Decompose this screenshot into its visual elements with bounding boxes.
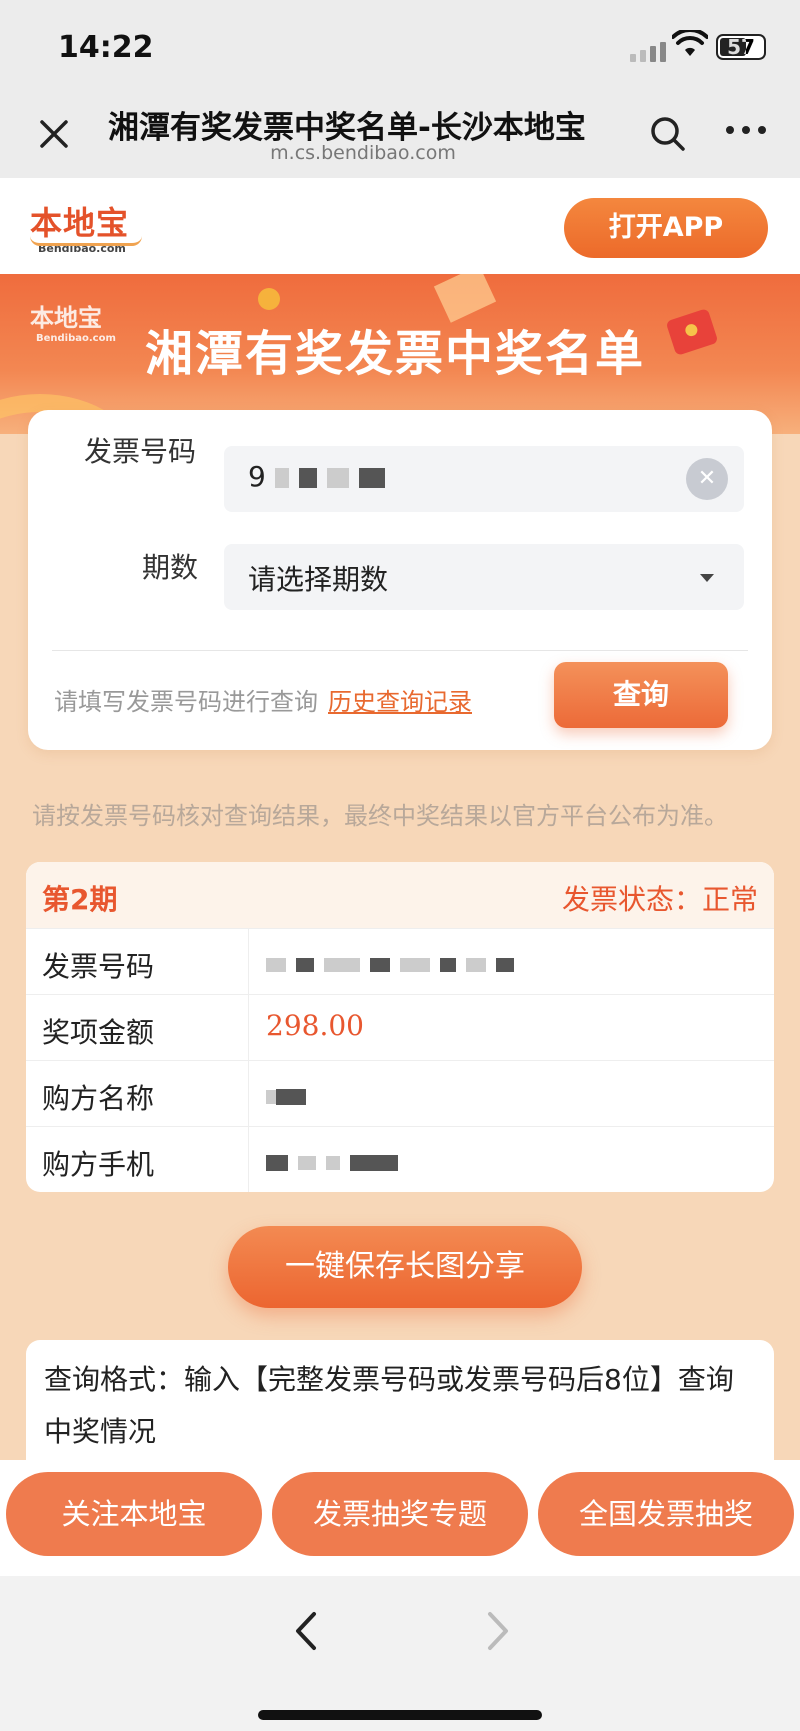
table-row: 发票号码 (26, 928, 774, 995)
back-icon[interactable] (290, 1606, 320, 1656)
invoice-number-input[interactable]: 9 ✕ (224, 446, 744, 512)
banner-logo: 本地宝 Bendibao.com (30, 298, 116, 344)
save-share-button[interactable]: 一键保存长图分享 (228, 1226, 582, 1308)
row-label: 购方名称 (42, 1082, 155, 1115)
follow-bendibao-button[interactable]: 关注本地宝 (6, 1472, 262, 1556)
home-indicator (258, 1710, 542, 1720)
site-header: 本地宝 Bendibao.com 打开APP (0, 178, 800, 274)
row-label: 奖项金额 (42, 1016, 155, 1049)
period-label: 期数 (142, 551, 199, 584)
status-bar: 14:22 57 (0, 0, 800, 92)
period-select[interactable]: 请选择期数 (224, 544, 744, 610)
banner-title: 湘潭有奖发票中奖名单 (145, 326, 646, 382)
masked-buyer-name (266, 1079, 316, 1112)
national-invoice-lottery-button[interactable]: 全国发票抽奖 (538, 1472, 794, 1556)
query-hint-text: 请填写发票号码进行查询 (54, 688, 318, 716)
signal-icon (630, 42, 666, 62)
result-period: 第2期 (42, 883, 118, 916)
query-button[interactable]: 查询 (554, 662, 728, 728)
coin-decoration (258, 288, 280, 310)
history-records-link[interactable]: 历史查询记录 (328, 688, 472, 716)
row-label: 购方手机 (42, 1148, 155, 1181)
banner-logo-subtext: Bendibao.com (36, 333, 116, 344)
forward-icon[interactable] (484, 1606, 514, 1656)
invoice-number-visible-part: 9 (248, 460, 266, 493)
query-hint: 请填写发票号码进行查询 历史查询记录 (54, 682, 472, 717)
result-header: 第2期 发票状态：正常 (26, 862, 774, 928)
logo-swoosh (30, 236, 142, 246)
browser-toolbar (0, 1576, 800, 1731)
table-row: 奖项金额 298.00 (26, 994, 774, 1061)
masked-buyer-phone (266, 1145, 408, 1178)
site-logo[interactable]: 本地宝 Bendibao.com (30, 198, 142, 255)
period-select-placeholder: 请选择期数 (248, 563, 389, 596)
banner-logo-text: 本地宝 (30, 303, 102, 332)
bottom-action-bar: 关注本地宝 发票抽奖专题 全国发票抽奖 (0, 1460, 800, 1576)
close-icon[interactable] (34, 114, 74, 154)
table-row: 购方手机 (26, 1126, 774, 1192)
battery-level: 57 (727, 35, 755, 59)
more-icon[interactable] (726, 126, 766, 134)
prize-amount: 298.00 (266, 1009, 364, 1042)
wifi-icon (672, 30, 708, 56)
invoice-number-label: 发票号码 (84, 435, 197, 468)
search-icon[interactable] (648, 114, 688, 154)
open-app-button[interactable]: 打开APP (564, 198, 768, 258)
dropdown-arrow-icon (700, 574, 714, 582)
query-format-info: 查询格式：输入【完整发票号码或发票号码后8位】查询中奖情况 (26, 1340, 774, 1460)
status-time: 14:22 (58, 30, 154, 65)
invoice-lottery-topic-button[interactable]: 发票抽奖专题 (272, 1472, 528, 1556)
result-card: 第2期 发票状态：正常 发票号码 奖项金额 298.00 购方名称 购方手机 (26, 862, 774, 1192)
clear-input-button[interactable]: ✕ (686, 458, 728, 500)
page-title: 湘潭有奖发票中奖名单-长沙本地宝 (108, 110, 586, 146)
invoice-number-value: 9 (248, 460, 395, 493)
divider (52, 650, 748, 651)
battery-icon: 57 (716, 34, 766, 60)
page-url: m.cs.bendibao.com (270, 142, 456, 164)
invoice-status: 发票状态：正常 (561, 883, 758, 916)
browser-nav-bar: 湘潭有奖发票中奖名单-长沙本地宝 m.cs.bendibao.com (0, 92, 800, 178)
table-row: 购方名称 (26, 1060, 774, 1127)
notice-text: 请按发票号码核对查询结果，最终中奖结果以官方平台公布为准。 (32, 802, 728, 830)
query-card: 发票号码 9 ✕ 期数 请选择期数 请填写发票号码进行查询 历史查询记录 查询 (28, 410, 772, 750)
red-envelope-icon (665, 308, 719, 356)
row-label: 发票号码 (42, 950, 155, 983)
masked-invoice-number (266, 947, 524, 980)
